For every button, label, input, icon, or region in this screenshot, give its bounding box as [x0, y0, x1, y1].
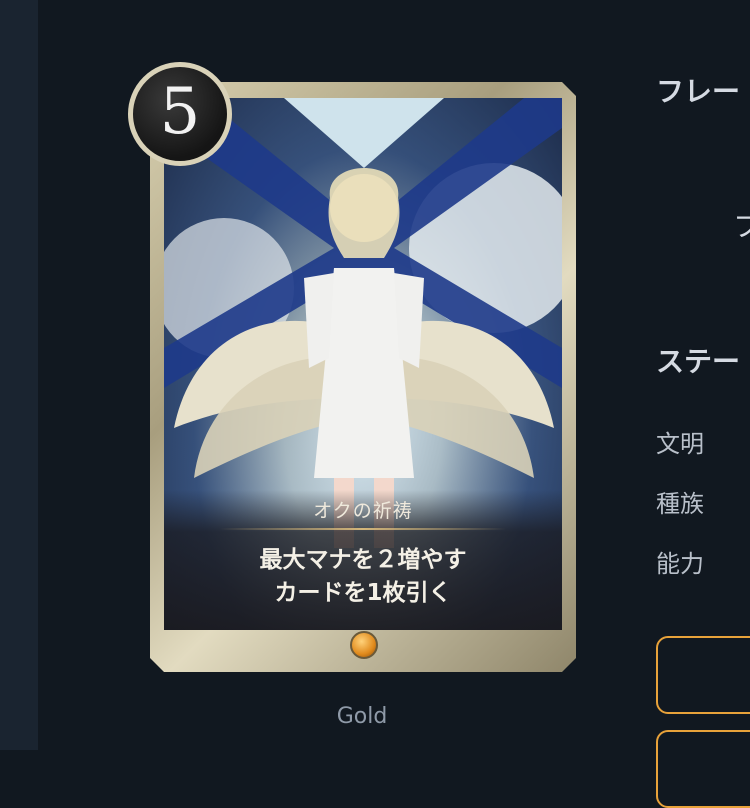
card-name-divider — [220, 528, 506, 530]
card-effect-line-2: カードを1枚引く — [274, 580, 452, 606]
left-sidebar-strip — [0, 0, 38, 750]
option-button-2[interactable] — [656, 730, 750, 808]
mana-cost-value: 5 — [159, 75, 201, 149]
rarity-gem-icon — [350, 631, 378, 659]
card-effect-text: 最大マナを２増やす カードを1枚引く — [164, 544, 562, 610]
frame-section-heading: フレー — [656, 75, 741, 108]
frame-value: フ — [733, 210, 750, 243]
card-name: オクの祈祷 — [313, 500, 413, 522]
attribute-ability-label: 能力 — [656, 550, 704, 578]
mana-cost-badge: 5 — [128, 62, 232, 166]
card-effect-line-1: 最大マナを２増やす — [259, 547, 467, 573]
attribute-civilization-label: 文明 — [656, 430, 704, 458]
status-section-heading: ステー — [656, 345, 741, 378]
option-button-1[interactable] — [656, 636, 750, 714]
rarity-label: Gold — [336, 704, 388, 729]
card-preview[interactable]: オクの祈祷 最大マナを２増やす カードを1枚引く — [150, 82, 576, 672]
attribute-race-label: 種族 — [656, 490, 704, 518]
